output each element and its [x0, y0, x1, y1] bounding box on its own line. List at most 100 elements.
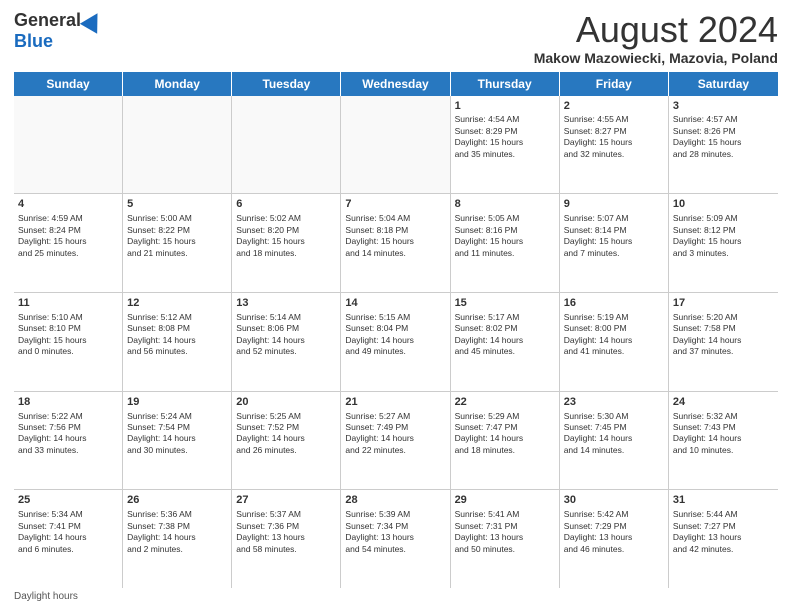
- calendar-header-cell: Saturday: [669, 72, 778, 96]
- calendar-header: SundayMondayTuesdayWednesdayThursdayFrid…: [14, 72, 778, 96]
- calendar-cell: 23Sunrise: 5:30 AM Sunset: 7:45 PM Dayli…: [560, 392, 669, 490]
- calendar-row: 1Sunrise: 4:54 AM Sunset: 8:29 PM Daylig…: [14, 96, 778, 195]
- calendar-cell: 26Sunrise: 5:36 AM Sunset: 7:38 PM Dayli…: [123, 490, 232, 588]
- logo-general-text: General: [14, 10, 81, 31]
- day-number: 11: [18, 296, 118, 311]
- day-number: 17: [673, 296, 774, 311]
- calendar-cell: 6Sunrise: 5:02 AM Sunset: 8:20 PM Daylig…: [232, 194, 341, 292]
- subtitle: Makow Mazowiecki, Mazovia, Poland: [534, 50, 778, 66]
- main-title: August 2024: [534, 10, 778, 50]
- day-number: 2: [564, 99, 664, 114]
- day-info: Sunrise: 4:59 AM Sunset: 8:24 PM Dayligh…: [18, 213, 87, 257]
- day-info: Sunrise: 5:36 AM Sunset: 7:38 PM Dayligh…: [127, 509, 196, 553]
- day-number: 5: [127, 197, 227, 212]
- day-number: 18: [18, 395, 118, 410]
- calendar-cell: 2Sunrise: 4:55 AM Sunset: 8:27 PM Daylig…: [560, 96, 669, 194]
- day-info: Sunrise: 5:39 AM Sunset: 7:34 PM Dayligh…: [345, 509, 414, 553]
- calendar-cell: 3Sunrise: 4:57 AM Sunset: 8:26 PM Daylig…: [669, 96, 778, 194]
- day-number: 16: [564, 296, 664, 311]
- calendar-cell: 14Sunrise: 5:15 AM Sunset: 8:04 PM Dayli…: [341, 293, 450, 391]
- calendar-cell: 9Sunrise: 5:07 AM Sunset: 8:14 PM Daylig…: [560, 194, 669, 292]
- footer-note: Daylight hours: [14, 588, 778, 602]
- day-number: 7: [345, 197, 445, 212]
- calendar-cell: 28Sunrise: 5:39 AM Sunset: 7:34 PM Dayli…: [341, 490, 450, 588]
- calendar-cell: 22Sunrise: 5:29 AM Sunset: 7:47 PM Dayli…: [451, 392, 560, 490]
- day-info: Sunrise: 5:30 AM Sunset: 7:45 PM Dayligh…: [564, 411, 633, 455]
- day-number: 6: [236, 197, 336, 212]
- calendar-cell: 18Sunrise: 5:22 AM Sunset: 7:56 PM Dayli…: [14, 392, 123, 490]
- day-info: Sunrise: 4:57 AM Sunset: 8:26 PM Dayligh…: [673, 114, 742, 158]
- day-number: 12: [127, 296, 227, 311]
- logo-triangle-icon: [80, 8, 106, 34]
- day-number: 14: [345, 296, 445, 311]
- calendar-cell: [232, 96, 341, 194]
- day-info: Sunrise: 5:07 AM Sunset: 8:14 PM Dayligh…: [564, 213, 633, 257]
- day-number: 13: [236, 296, 336, 311]
- calendar-cell: 5Sunrise: 5:00 AM Sunset: 8:22 PM Daylig…: [123, 194, 232, 292]
- header: General Blue August 2024 Makow Mazowieck…: [14, 10, 778, 66]
- calendar-cell: 20Sunrise: 5:25 AM Sunset: 7:52 PM Dayli…: [232, 392, 341, 490]
- day-info: Sunrise: 5:10 AM Sunset: 8:10 PM Dayligh…: [18, 312, 87, 356]
- day-info: Sunrise: 5:32 AM Sunset: 7:43 PM Dayligh…: [673, 411, 742, 455]
- day-number: 25: [18, 493, 118, 508]
- calendar-row: 25Sunrise: 5:34 AM Sunset: 7:41 PM Dayli…: [14, 490, 778, 588]
- day-info: Sunrise: 5:15 AM Sunset: 8:04 PM Dayligh…: [345, 312, 414, 356]
- day-info: Sunrise: 5:19 AM Sunset: 8:00 PM Dayligh…: [564, 312, 633, 356]
- calendar-cell: 7Sunrise: 5:04 AM Sunset: 8:18 PM Daylig…: [341, 194, 450, 292]
- day-number: 22: [455, 395, 555, 410]
- logo-blue-text: Blue: [14, 31, 53, 52]
- day-info: Sunrise: 5:44 AM Sunset: 7:27 PM Dayligh…: [673, 509, 742, 553]
- day-number: 20: [236, 395, 336, 410]
- day-number: 23: [564, 395, 664, 410]
- day-info: Sunrise: 5:25 AM Sunset: 7:52 PM Dayligh…: [236, 411, 305, 455]
- day-number: 19: [127, 395, 227, 410]
- day-info: Sunrise: 5:41 AM Sunset: 7:31 PM Dayligh…: [455, 509, 524, 553]
- calendar-cell: 31Sunrise: 5:44 AM Sunset: 7:27 PM Dayli…: [669, 490, 778, 588]
- day-number: 15: [455, 296, 555, 311]
- day-number: 28: [345, 493, 445, 508]
- day-info: Sunrise: 5:09 AM Sunset: 8:12 PM Dayligh…: [673, 213, 742, 257]
- calendar-cell: 27Sunrise: 5:37 AM Sunset: 7:36 PM Dayli…: [232, 490, 341, 588]
- calendar-cell: 4Sunrise: 4:59 AM Sunset: 8:24 PM Daylig…: [14, 194, 123, 292]
- day-info: Sunrise: 5:00 AM Sunset: 8:22 PM Dayligh…: [127, 213, 196, 257]
- day-number: 31: [673, 493, 774, 508]
- title-section: August 2024 Makow Mazowiecki, Mazovia, P…: [534, 10, 778, 66]
- day-info: Sunrise: 5:42 AM Sunset: 7:29 PM Dayligh…: [564, 509, 633, 553]
- calendar-cell: [123, 96, 232, 194]
- day-info: Sunrise: 5:34 AM Sunset: 7:41 PM Dayligh…: [18, 509, 87, 553]
- calendar-header-cell: Thursday: [451, 72, 560, 96]
- day-info: Sunrise: 5:37 AM Sunset: 7:36 PM Dayligh…: [236, 509, 305, 553]
- day-info: Sunrise: 5:05 AM Sunset: 8:16 PM Dayligh…: [455, 213, 524, 257]
- calendar-cell: 8Sunrise: 5:05 AM Sunset: 8:16 PM Daylig…: [451, 194, 560, 292]
- calendar-cell: 19Sunrise: 5:24 AM Sunset: 7:54 PM Dayli…: [123, 392, 232, 490]
- calendar-header-cell: Tuesday: [232, 72, 341, 96]
- calendar-row: 4Sunrise: 4:59 AM Sunset: 8:24 PM Daylig…: [14, 194, 778, 293]
- day-number: 30: [564, 493, 664, 508]
- calendar: SundayMondayTuesdayWednesdayThursdayFrid…: [14, 72, 778, 588]
- day-info: Sunrise: 5:22 AM Sunset: 7:56 PM Dayligh…: [18, 411, 87, 455]
- day-info: Sunrise: 4:54 AM Sunset: 8:29 PM Dayligh…: [455, 114, 524, 158]
- day-number: 29: [455, 493, 555, 508]
- calendar-body: 1Sunrise: 4:54 AM Sunset: 8:29 PM Daylig…: [14, 96, 778, 588]
- calendar-row: 11Sunrise: 5:10 AM Sunset: 8:10 PM Dayli…: [14, 293, 778, 392]
- day-info: Sunrise: 5:02 AM Sunset: 8:20 PM Dayligh…: [236, 213, 305, 257]
- day-info: Sunrise: 4:55 AM Sunset: 8:27 PM Dayligh…: [564, 114, 633, 158]
- day-number: 8: [455, 197, 555, 212]
- calendar-header-cell: Sunday: [14, 72, 123, 96]
- calendar-cell: 30Sunrise: 5:42 AM Sunset: 7:29 PM Dayli…: [560, 490, 669, 588]
- calendar-cell: 10Sunrise: 5:09 AM Sunset: 8:12 PM Dayli…: [669, 194, 778, 292]
- calendar-header-cell: Wednesday: [341, 72, 450, 96]
- day-info: Sunrise: 5:17 AM Sunset: 8:02 PM Dayligh…: [455, 312, 524, 356]
- calendar-cell: 29Sunrise: 5:41 AM Sunset: 7:31 PM Dayli…: [451, 490, 560, 588]
- day-info: Sunrise: 5:14 AM Sunset: 8:06 PM Dayligh…: [236, 312, 305, 356]
- day-info: Sunrise: 5:27 AM Sunset: 7:49 PM Dayligh…: [345, 411, 414, 455]
- calendar-cell: 12Sunrise: 5:12 AM Sunset: 8:08 PM Dayli…: [123, 293, 232, 391]
- day-number: 10: [673, 197, 774, 212]
- day-number: 3: [673, 99, 774, 114]
- day-info: Sunrise: 5:12 AM Sunset: 8:08 PM Dayligh…: [127, 312, 196, 356]
- calendar-cell: 11Sunrise: 5:10 AM Sunset: 8:10 PM Dayli…: [14, 293, 123, 391]
- day-number: 26: [127, 493, 227, 508]
- day-info: Sunrise: 5:29 AM Sunset: 7:47 PM Dayligh…: [455, 411, 524, 455]
- day-info: Sunrise: 5:24 AM Sunset: 7:54 PM Dayligh…: [127, 411, 196, 455]
- calendar-header-cell: Friday: [560, 72, 669, 96]
